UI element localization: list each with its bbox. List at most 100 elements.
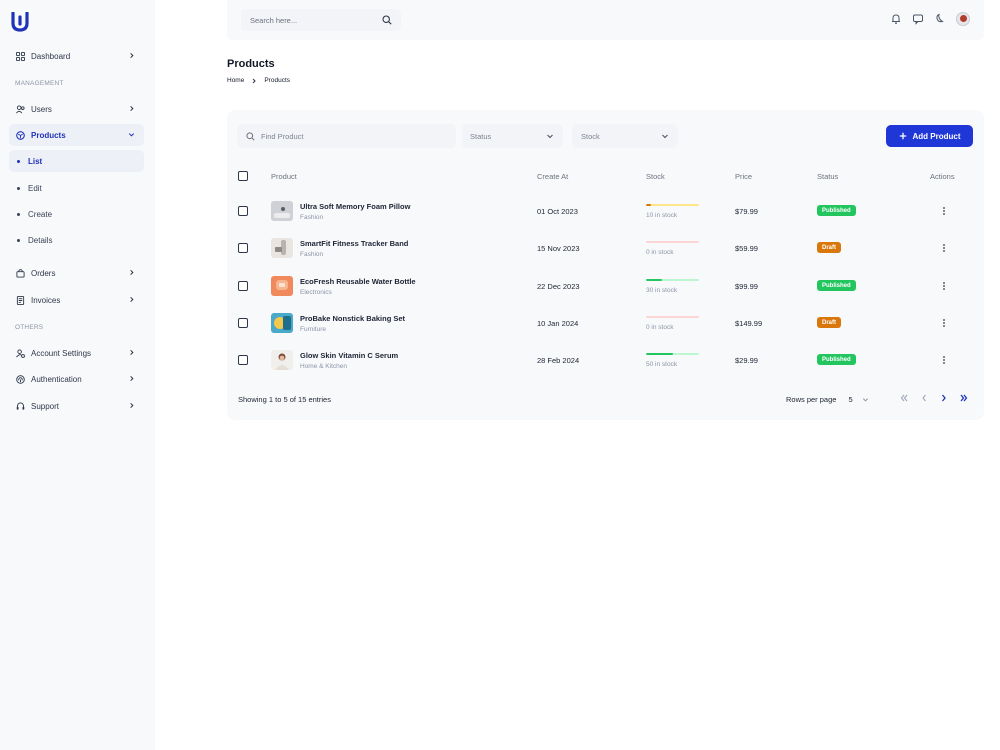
sidebar-subitem-list[interactable]: List	[9, 150, 144, 172]
rows-per-page-select[interactable]: 5	[848, 395, 868, 404]
select-all-checkbox[interactable]	[238, 171, 248, 181]
moon-icon[interactable]	[934, 13, 946, 25]
product-name[interactable]: Ultra Soft Memory Foam Pillow	[300, 202, 410, 211]
create-date: 22 Dec 2023	[537, 282, 580, 291]
stock-text: 50 in stock	[646, 361, 678, 368]
status-badge: Draft	[817, 242, 842, 253]
more-vertical-icon[interactable]	[942, 355, 946, 365]
fingerprint-icon	[16, 374, 25, 384]
price: $59.99	[735, 244, 758, 253]
invoice-icon	[16, 295, 25, 305]
breadcrumb-home[interactable]: Home	[227, 77, 244, 84]
more-vertical-icon[interactable]	[942, 318, 946, 328]
more-vertical-icon[interactable]	[942, 281, 946, 291]
chevron-right-icon	[130, 52, 134, 59]
sidebar-subitem-edit[interactable]: Edit	[9, 177, 144, 199]
sidebar-item-orders[interactable]: Orders	[9, 262, 144, 284]
last-page-icon[interactable]	[960, 393, 968, 403]
sidebar-item-label: Orders	[31, 268, 56, 278]
search-input[interactable]: Search here...	[241, 9, 401, 31]
more-vertical-icon[interactable]	[942, 243, 946, 253]
user-settings-icon	[16, 348, 25, 358]
sidebar-item-authentication[interactable]: Authentication	[9, 368, 144, 390]
chevron-right-icon	[252, 78, 257, 83]
column-header-status[interactable]: Status	[817, 172, 838, 181]
chevron-right-icon	[130, 105, 134, 112]
user-avatar[interactable]	[956, 12, 970, 26]
stock-bar	[646, 204, 699, 206]
price: $29.99	[735, 356, 758, 365]
chevron-down-icon	[662, 134, 668, 139]
more-vertical-icon[interactable]	[942, 206, 946, 216]
create-date: 10 Jan 2024	[537, 319, 579, 328]
sidebar-item-label: Support	[31, 401, 60, 411]
row-checkbox[interactable]	[238, 281, 248, 291]
rows-per-page-label: Rows per page	[786, 395, 837, 404]
product-name[interactable]: ProBake Nonstick Baking Set	[300, 314, 405, 323]
breadcrumb-current: Products	[264, 77, 290, 84]
product-name[interactable]: SmartFit Fitness Tracker Band	[300, 239, 408, 248]
sidebar-item-users[interactable]: Users	[9, 98, 144, 120]
add-product-label: Add Product	[912, 131, 961, 141]
price: $79.99	[735, 207, 758, 216]
sidebar-item-products[interactable]: Products	[9, 124, 144, 146]
next-page-icon[interactable]	[940, 393, 948, 403]
sidebar-item-label: Products	[31, 130, 66, 140]
product-category: Fashion	[300, 214, 324, 221]
stock-select[interactable]: Stock	[572, 124, 678, 148]
table-row[interactable]: Ultra Soft Memory Foam Pillow Fashion 01…	[227, 193, 984, 230]
grid-icon	[16, 51, 25, 61]
sidebar-item-support[interactable]: Support	[9, 395, 144, 417]
status-badge: Draft	[817, 317, 842, 328]
row-checkbox[interactable]	[238, 318, 248, 328]
column-header-stock[interactable]: Stock	[646, 172, 665, 181]
chevron-down-icon	[128, 133, 135, 137]
status-select[interactable]: Status	[462, 124, 563, 148]
sidebar-item-label: Authentication	[31, 374, 82, 384]
product-thumbnail	[271, 313, 293, 333]
brand-logo[interactable]	[11, 12, 29, 32]
sidebar-item-label: Dashboard	[31, 51, 71, 61]
create-date: 01 Oct 2023	[537, 207, 578, 216]
sidebar-subitem-label: List	[28, 156, 43, 166]
products-card: Find Product Status Stock Add Product Pr…	[227, 110, 984, 420]
table-row[interactable]: ProBake Nonstick Baking Set Furniture 10…	[227, 305, 984, 342]
product-category: Fashion	[300, 251, 324, 258]
pagination-summary: Showing 1 to 5 of 15 entries	[238, 395, 331, 404]
sidebar-item-dashboard[interactable]: Dashboard	[9, 45, 144, 67]
column-header-product[interactable]: Product	[271, 172, 297, 181]
row-checkbox[interactable]	[238, 243, 248, 253]
row-checkbox[interactable]	[238, 206, 248, 216]
row-checkbox[interactable]	[238, 355, 248, 365]
product-name[interactable]: EcoFresh Reusable Water Bottle	[300, 277, 416, 286]
column-header-create-at[interactable]: Create At	[537, 172, 568, 181]
table-row[interactable]: SmartFit Fitness Tracker Band Fashion 15…	[227, 230, 984, 267]
sidebar-item-label: Account Settings	[31, 348, 92, 358]
prev-page-icon[interactable]	[920, 393, 928, 403]
column-header-price[interactable]: Price	[735, 172, 752, 181]
sidebar-item-invoices[interactable]: Invoices	[9, 289, 144, 311]
column-header-actions: Actions	[930, 172, 955, 181]
sidebar-subitem-details[interactable]: Details	[9, 229, 144, 251]
find-product-placeholder: Find Product	[261, 131, 304, 141]
bell-icon[interactable]	[890, 13, 902, 25]
headset-icon	[16, 401, 25, 410]
create-date: 15 Nov 2023	[537, 244, 580, 253]
add-product-button[interactable]: Add Product	[886, 125, 973, 147]
sidebar-item-account-settings[interactable]: Account Settings	[9, 342, 144, 364]
search-icon[interactable]	[382, 15, 392, 25]
product-name[interactable]: Glow Skin Vitamin C Serum	[300, 351, 398, 360]
find-product-input[interactable]: Find Product	[237, 124, 456, 148]
sidebar-subitem-create[interactable]: Create	[9, 203, 144, 225]
status-badge: Published	[817, 354, 856, 365]
topbar: Search here...	[227, 0, 984, 40]
price: $149.99	[735, 319, 763, 328]
first-page-icon[interactable]	[900, 393, 908, 403]
stock-bar-fill	[646, 279, 662, 281]
chevron-right-icon	[130, 349, 134, 356]
cart-icon	[16, 268, 25, 278]
chat-icon[interactable]	[912, 13, 924, 25]
table-row[interactable]: EcoFresh Reusable Water Bottle Electroni…	[227, 268, 984, 305]
table-row[interactable]: Glow Skin Vitamin C Serum Home & Kitchen…	[227, 342, 984, 379]
chevron-right-icon	[130, 296, 134, 303]
